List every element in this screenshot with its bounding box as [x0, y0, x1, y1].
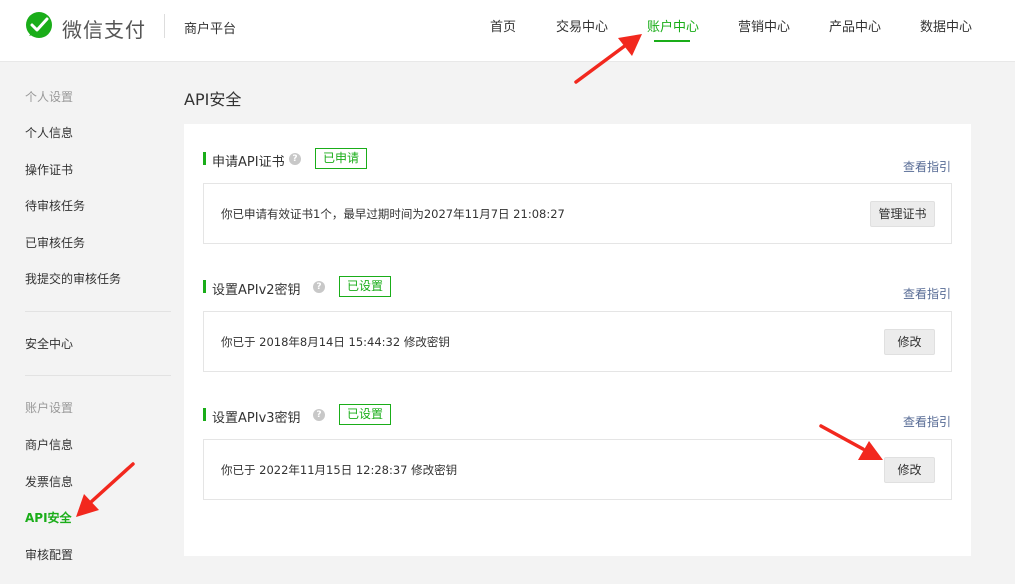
red-arrow-icon — [76, 462, 135, 517]
red-arrow-icon — [574, 34, 642, 84]
red-arrow-annotations — [76, 34, 883, 517]
red-arrow-icon — [819, 424, 883, 460]
